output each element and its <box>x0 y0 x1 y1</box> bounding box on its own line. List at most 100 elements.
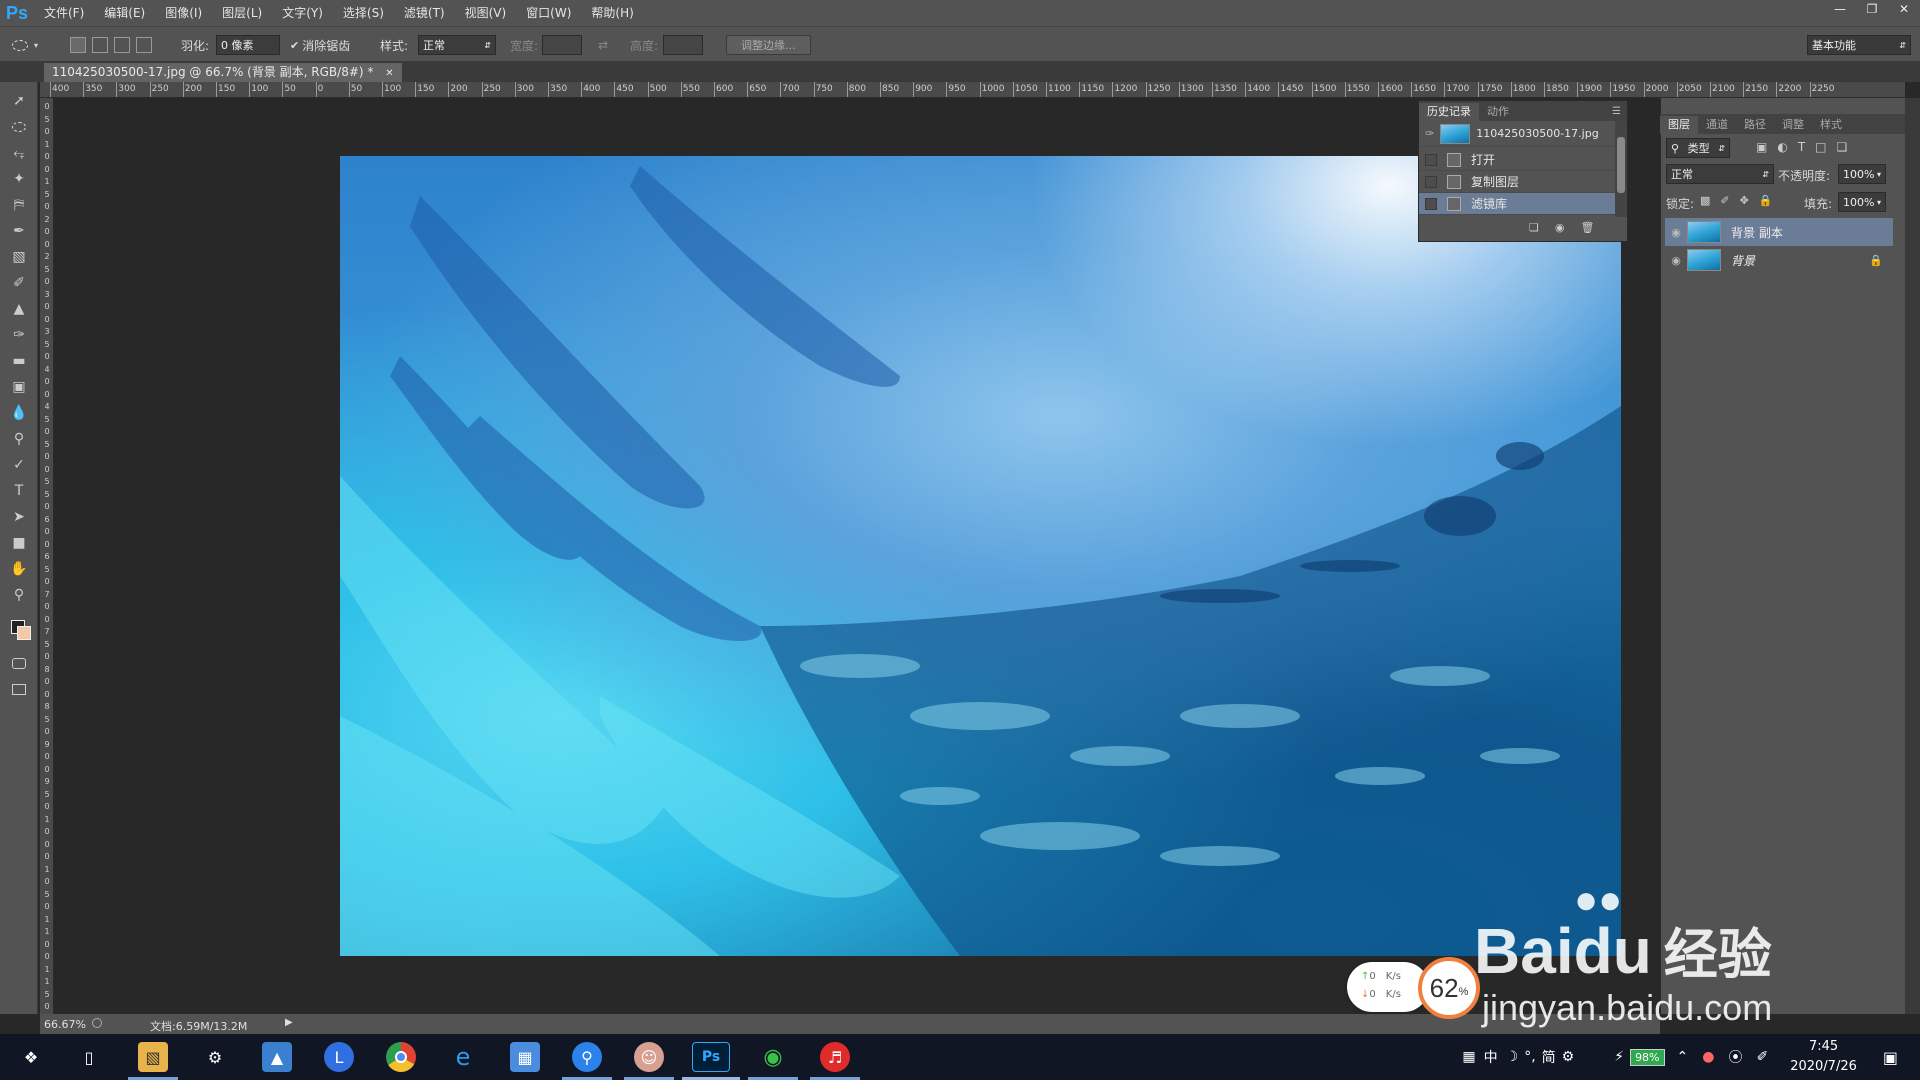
menu-help[interactable]: 帮助(H) <box>581 0 643 26</box>
layer-filter-select[interactable]: ⚲ 类型 ⇵ <box>1666 138 1730 158</box>
tab-layers[interactable]: 图层 <box>1660 116 1698 134</box>
battery-badge[interactable]: 98% <box>1630 1048 1665 1066</box>
history-scroll-thumb[interactable] <box>1617 137 1625 193</box>
quick-mask-icon[interactable] <box>7 652 31 674</box>
minimize-icon[interactable]: — <box>1824 0 1856 18</box>
refine-edge-button[interactable]: 调整边缘... <box>726 35 811 55</box>
visibility-eye-icon[interactable]: ◉ <box>1665 226 1687 239</box>
hand-tool-icon[interactable]: ✋ <box>7 558 31 580</box>
zoom-tool-icon[interactable]: ⚲ <box>7 584 31 606</box>
marquee-tool-icon[interactable] <box>7 116 31 138</box>
clock-date[interactable]: 2020/7/26 <box>1790 1057 1857 1077</box>
fill-input[interactable]: 100% ▾ <box>1838 192 1886 212</box>
crop-tool-icon[interactable]: ⛿ <box>7 194 31 216</box>
history-checkbox[interactable] <box>1425 175 1437 188</box>
tab-adjustments[interactable]: 调整 <box>1774 116 1812 134</box>
tab-styles[interactable]: 样式 <box>1812 116 1850 134</box>
ie-icon[interactable]: e <box>448 1042 478 1072</box>
menu-filter[interactable]: 滤镜(T) <box>394 0 455 26</box>
zoom-level[interactable]: 66.67% <box>44 1018 86 1031</box>
menu-type[interactable]: 文字(Y) <box>272 0 333 26</box>
blur-tool-icon[interactable]: 💧 <box>7 402 31 424</box>
history-brush-tool-icon[interactable]: ✑ <box>7 324 31 346</box>
filter-shape-icon[interactable]: □ <box>1815 140 1826 154</box>
brush-tool-icon[interactable]: ✐ <box>7 272 31 294</box>
wifi-icon[interactable]: ⦿ <box>1728 1047 1742 1067</box>
ime-mode[interactable]: 中 <box>1484 1047 1498 1067</box>
menu-view[interactable]: 视图(V) <box>455 0 517 26</box>
menu-file[interactable]: 文件(F) <box>34 0 94 26</box>
color-swatches-icon[interactable] <box>7 618 31 640</box>
pen-icon[interactable]: ✐ <box>1756 1049 1768 1065</box>
type-tool-icon[interactable]: T <box>7 480 31 502</box>
screen-mode-icon[interactable] <box>7 678 31 700</box>
qq-tray-icon[interactable]: ● <box>1702 1049 1714 1065</box>
filter-type-icon[interactable]: T <box>1798 140 1805 154</box>
feather-input[interactable]: 0 像素 <box>216 35 280 55</box>
visibility-eye-icon[interactable]: ◉ <box>1665 254 1687 267</box>
panel-menu-icon[interactable]: ☰ <box>1612 103 1621 121</box>
healing-brush-tool-icon[interactable]: ▧ <box>7 246 31 268</box>
lasso-tool-icon[interactable]: ⥆ <box>7 142 31 164</box>
subtract-selection-icon[interactable] <box>114 37 130 53</box>
document-tab[interactable]: 110425030500-17.jpg @ 66.7% (背景 副本, RGB/… <box>44 63 402 82</box>
antialias-checkbox[interactable]: ✔ 消除锯齿 <box>290 35 350 55</box>
avatar-app-icon[interactable]: ☺ <box>634 1042 664 1072</box>
history-checkbox[interactable] <box>1425 153 1437 166</box>
opacity-input[interactable]: 100% ▾ <box>1838 164 1886 184</box>
menu-layer[interactable]: 图层(L) <box>212 0 272 26</box>
search-app-icon[interactable]: ⚲ <box>572 1042 602 1072</box>
eyedropper-tool-icon[interactable]: ✒ <box>7 220 31 242</box>
menu-image[interactable]: 图像(I) <box>155 0 212 26</box>
menu-edit[interactable]: 编辑(E) <box>94 0 155 26</box>
camera-snapshot-icon[interactable]: ◉ <box>1555 221 1565 234</box>
store-icon[interactable]: ▦ <box>510 1042 540 1072</box>
lock-all-icon[interactable]: 🔒 <box>1759 194 1773 207</box>
lock-image-icon[interactable]: ✐ <box>1720 194 1729 207</box>
style-select[interactable]: 正常 ⇵ <box>418 35 496 55</box>
menu-window[interactable]: 窗口(W) <box>516 0 581 26</box>
close-icon[interactable]: ✕ <box>1888 0 1920 18</box>
filter-smart-object-icon[interactable]: ❏ <box>1837 140 1848 154</box>
menu-select[interactable]: 选择(S) <box>333 0 394 26</box>
eraser-tool-icon[interactable]: ▬ <box>7 350 31 372</box>
history-item[interactable]: 打开 <box>1419 149 1615 171</box>
netease-music-icon[interactable]: ♬ <box>820 1042 850 1072</box>
ime-settings-icon[interactable]: ⚙ <box>1562 1049 1575 1065</box>
moon-icon[interactable]: ☽ <box>1506 1049 1519 1065</box>
workspace-select[interactable]: 基本功能 ⇵ <box>1807 35 1911 55</box>
settings-icon[interactable]: ⚙ <box>200 1042 230 1072</box>
marquee-preset-icon[interactable]: ▾ <box>12 35 38 55</box>
layer-name[interactable]: 背景 副本 <box>1731 224 1783 241</box>
file-explorer-icon[interactable]: ▧ <box>138 1042 168 1072</box>
quick-select-tool-icon[interactable]: ✦ <box>7 168 31 190</box>
move-tool-icon[interactable]: ➚ <box>7 90 31 112</box>
cpu-usage-badge[interactable]: 62% <box>1418 957 1480 1019</box>
layer-row-selected[interactable]: ◉ 背景 副本 <box>1665 218 1893 246</box>
shape-tool-icon[interactable]: ■ <box>7 532 31 554</box>
tab-history[interactable]: 历史记录 <box>1419 103 1479 121</box>
ime-simplified[interactable]: 简 <box>1542 1047 1556 1067</box>
document-canvas-image[interactable] <box>340 156 1621 956</box>
wechat-icon[interactable]: ◉ <box>758 1042 788 1072</box>
punctuation-icon[interactable]: °, <box>1524 1049 1535 1065</box>
filter-pixel-icon[interactable]: ▣ <box>1756 140 1767 154</box>
pen-tool-icon[interactable]: ✓ <box>7 454 31 476</box>
photoshop-icon[interactable]: Ps <box>692 1042 730 1072</box>
restore-icon[interactable]: ❐ <box>1856 0 1888 18</box>
lock-position-icon[interactable]: ✥ <box>1740 194 1749 207</box>
tab-channels[interactable]: 通道 <box>1698 116 1736 134</box>
history-item[interactable]: 复制图层 <box>1419 171 1615 193</box>
new-document-from-state-icon[interactable]: ❏ <box>1529 221 1539 234</box>
notification-icon[interactable]: ▣ <box>1883 1048 1898 1067</box>
l-app-icon[interactable]: L <box>324 1042 354 1072</box>
history-item-selected[interactable]: 滤镜库 <box>1419 193 1615 215</box>
status-menu-arrow-icon[interactable]: ▶ <box>285 1017 293 1028</box>
history-snapshot[interactable]: ✑ 110425030500-17.jpg <box>1419 121 1615 147</box>
dodge-tool-icon[interactable]: ⚲ <box>7 428 31 450</box>
blend-mode-select[interactable]: 正常 ⇵ <box>1666 164 1774 184</box>
show-hidden-icons-icon[interactable]: ⌃ <box>1677 1049 1689 1065</box>
filter-adjustment-icon[interactable]: ◐ <box>1777 140 1787 154</box>
add-selection-icon[interactable] <box>92 37 108 53</box>
intersect-selection-icon[interactable] <box>136 37 152 53</box>
